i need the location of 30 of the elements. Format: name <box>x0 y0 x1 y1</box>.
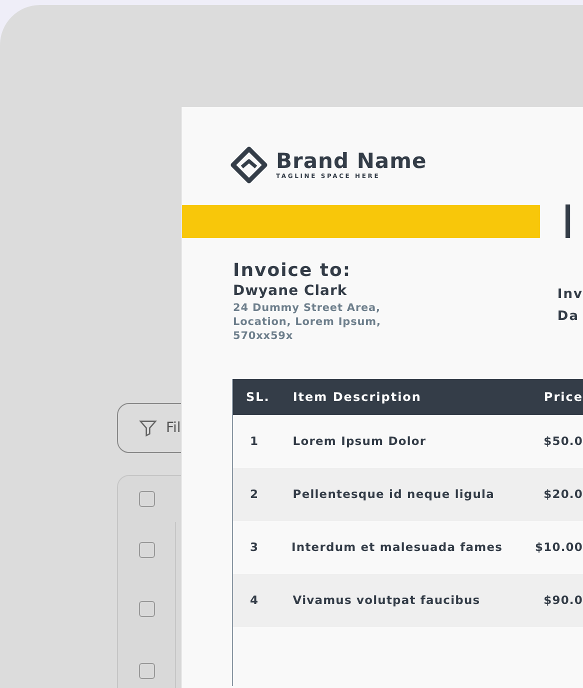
table-cell-text: $50.0 <box>544 432 583 450</box>
table-cell-text: Pellentesque id neque ligula <box>292 486 496 503</box>
table-cell-text: Lorem Ipsum Dolor <box>292 432 428 450</box>
table-cell-text: $90.0 <box>544 592 583 609</box>
table-cell-text: Interdum et malesuada fames <box>292 538 504 556</box>
address-line: Location, Lorem Ipsum, <box>233 315 382 329</box>
table-cell-text: $20.0 <box>544 486 583 503</box>
invoice-title: I <box>561 198 577 244</box>
table-cell-text: 1 <box>249 432 260 450</box>
address-line: 570xx59x <box>233 329 294 343</box>
table-cell-text: Vivamus volutpat faucibus <box>292 592 482 609</box>
table-cell-text: 4 <box>249 592 260 609</box>
table-cell-text: $10.00 <box>535 538 583 556</box>
filter-icon <box>138 418 158 438</box>
logo-icon <box>229 145 269 185</box>
column-header: SL. <box>245 389 271 406</box>
brand-name: Brand Name <box>276 149 427 173</box>
table-cell-text: 3 <box>249 538 260 556</box>
client-name: Dwyane Clark <box>233 282 348 301</box>
checkbox[interactable] <box>138 663 154 679</box>
checkbox[interactable] <box>139 491 155 507</box>
address-line: 24 Dummy Street Area, <box>233 301 382 315</box>
invoice-meta-label: Da <box>557 308 580 326</box>
table-cell-text: 2 <box>249 486 260 503</box>
checkbox[interactable] <box>138 601 154 617</box>
invoice-to-heading: Invoice to: <box>233 260 352 282</box>
column-header: Price <box>544 389 583 406</box>
checkbox[interactable] <box>138 542 154 558</box>
column-header: Item Description <box>292 389 422 406</box>
invoice-meta-label: Inv <box>557 286 583 304</box>
